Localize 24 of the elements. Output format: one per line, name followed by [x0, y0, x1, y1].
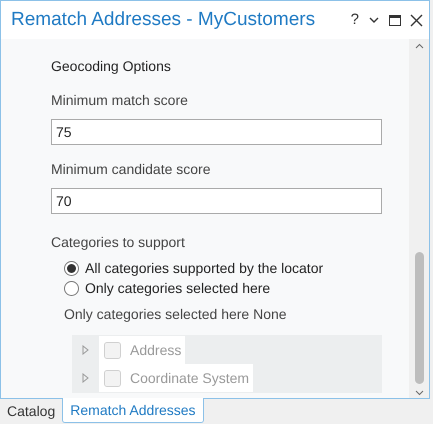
scrollbar[interactable]: [409, 39, 429, 398]
radio-option[interactable]: Only categories selected here: [64, 278, 382, 298]
scroll-up-icon[interactable]: [414, 43, 424, 49]
help-button[interactable]: ?: [346, 8, 363, 32]
radio-icon[interactable]: [64, 280, 79, 296]
panel-tab[interactable]: Catalog: [0, 399, 62, 423]
maximize-icon[interactable]: [389, 14, 401, 26]
section-label: Categories to support: [51, 233, 186, 252]
category-item: Coordinate System: [99, 364, 254, 392]
window-title: Rematch Addresses - MyCustomers: [11, 8, 316, 32]
field-label: Minimum match score: [51, 91, 189, 110]
radio-option[interactable]: All categories supported by the locator: [64, 258, 382, 278]
field-label: Minimum candidate score: [51, 160, 212, 179]
scroll-down-icon[interactable]: [414, 390, 424, 396]
category-item: Address: [99, 336, 186, 364]
list-label: Only categories selected here None: [64, 305, 288, 324]
score-input[interactable]: 75: [51, 119, 382, 145]
section-title: Geocoding Options: [51, 57, 172, 76]
radio-icon[interactable]: [64, 260, 79, 276]
close-icon[interactable]: [410, 14, 423, 26]
panel-tab[interactable]: Rematch Addresses: [62, 398, 204, 423]
scroll-thumb[interactable]: [414, 252, 424, 384]
score-input[interactable]: 70: [51, 188, 382, 214]
chevron-down-icon[interactable]: [369, 16, 379, 24]
